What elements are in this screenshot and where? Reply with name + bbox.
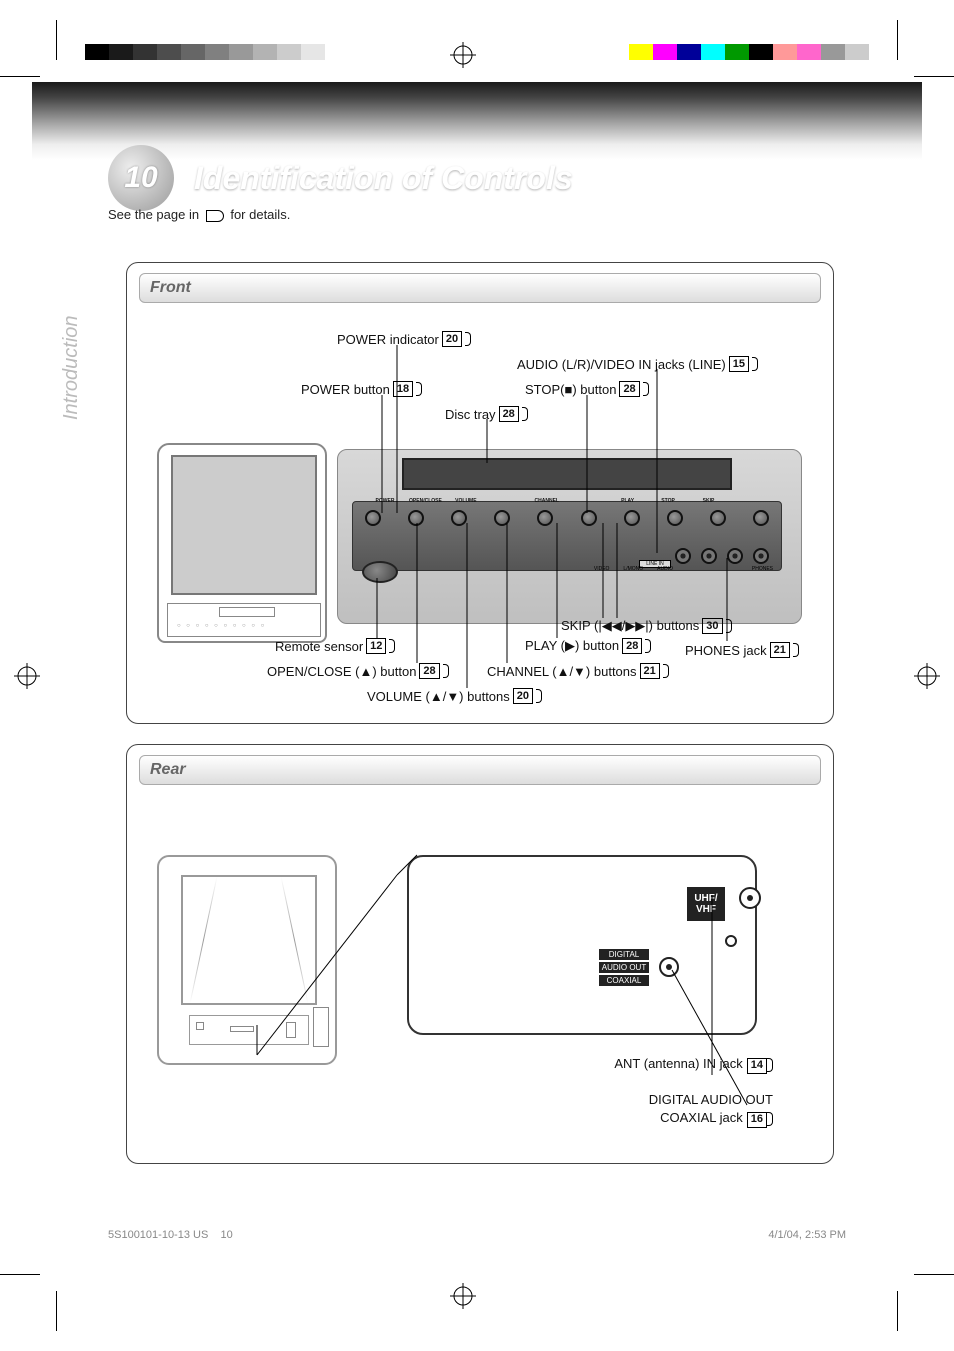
label-disc-tray: Disc tray28 bbox=[445, 406, 528, 422]
label-play: PLAY (▶) button28 bbox=[525, 638, 651, 654]
label-stop-button: STOP(■) button28 bbox=[525, 381, 649, 397]
device-front-illustration: ○ ○ ○ ○ ○ ○ ○ ○ ○ ○ POWEROPEN/CLOSE VOLU… bbox=[157, 443, 807, 643]
page-number-badge: 10 bbox=[108, 145, 174, 211]
power-cord bbox=[313, 1007, 329, 1047]
sidebar-section-label: Introduction bbox=[60, 315, 83, 420]
colorbar-cmyk bbox=[629, 44, 869, 60]
phones-jack[interactable] bbox=[753, 548, 769, 564]
label-power-indicator: POWER indicator20 bbox=[337, 331, 471, 347]
see-pages-note: See the page in for details. bbox=[108, 207, 290, 222]
see-pages-prefix: See the page in bbox=[108, 207, 199, 222]
panel-front: Front POWER indicator20 AUDIO (L/R)/VIDE… bbox=[126, 262, 834, 724]
registration-mark-top bbox=[450, 42, 476, 68]
label-skip: SKIP (|◀◀/▶▶|) buttons30 bbox=[561, 618, 732, 634]
header-gradient bbox=[32, 82, 922, 160]
phones-label: PHONES bbox=[752, 566, 773, 572]
tv-back-inner bbox=[181, 875, 317, 1005]
digital-audio-label: DIGITAL AUDIO OUT COAXIAL bbox=[599, 949, 649, 986]
registration-mark-bottom bbox=[450, 1283, 476, 1309]
registration-mark-left bbox=[14, 663, 40, 689]
antenna-jack[interactable] bbox=[739, 887, 761, 909]
label-power-button: POWER button18 bbox=[301, 381, 422, 397]
stop-button[interactable] bbox=[667, 510, 683, 526]
audio-l-jack[interactable] bbox=[701, 548, 717, 564]
label-volume: VOLUME (▲/▼) buttons20 bbox=[367, 688, 542, 704]
colorbar-grayscale bbox=[85, 44, 325, 60]
label-ant-in: ANT (antenna) IN jack14 bbox=[543, 1055, 773, 1074]
screw-hole bbox=[725, 935, 737, 947]
tv-screen bbox=[171, 455, 317, 595]
ref-glyph-icon bbox=[206, 210, 224, 222]
panel-rear-title: Rear bbox=[139, 755, 821, 785]
open-close-button[interactable] bbox=[408, 510, 424, 526]
button-label-row: POWEROPEN/CLOSE VOLUME CHANNEL PLAYSTOP … bbox=[365, 498, 769, 504]
panel-front-title: Front bbox=[139, 273, 821, 303]
tv-back-shell bbox=[157, 855, 337, 1065]
power-button[interactable] bbox=[365, 510, 381, 526]
jack-labels: VIDEOL/MONOAUDIO bbox=[594, 566, 673, 572]
remote-sensor bbox=[362, 561, 398, 583]
registration-mark-right bbox=[914, 663, 940, 689]
play-button[interactable] bbox=[624, 510, 640, 526]
page-title: Identification of Controls bbox=[194, 160, 573, 197]
jack-row bbox=[675, 548, 769, 564]
disc-tray bbox=[402, 458, 732, 490]
footer-date: 4/1/04, 2:53 PM bbox=[768, 1229, 846, 1241]
label-channel: CHANNEL (▲/▼) buttons21 bbox=[487, 663, 669, 679]
control-panel: POWEROPEN/CLOSE VOLUME CHANNEL PLAYSTOP … bbox=[352, 501, 782, 571]
label-digital-out: DIGITAL AUDIO OUT COAXIAL jack16 bbox=[543, 1091, 773, 1128]
channel-down-button[interactable] bbox=[537, 510, 553, 526]
audio-r-jack[interactable] bbox=[727, 548, 743, 564]
volume-down-button[interactable] bbox=[451, 510, 467, 526]
skip-fwd-button[interactable] bbox=[753, 510, 769, 526]
skip-back-button[interactable] bbox=[710, 510, 726, 526]
rear-panel-zoom: UHF/VHF DIGITAL AUDIO OUT COAXIAL bbox=[407, 855, 757, 1035]
panel-rear: Rear UHF/VHF DIGITAL AUDIO OUT COAXIAL bbox=[126, 744, 834, 1164]
tv-speaker bbox=[219, 607, 275, 617]
volume-up-button[interactable] bbox=[494, 510, 510, 526]
uhf-vhf-label: UHF/VHF bbox=[687, 887, 725, 921]
label-phones: PHONES jack21 bbox=[685, 642, 799, 658]
footer-filename: 5S100101-10-13 US 10 bbox=[108, 1229, 233, 1241]
label-remote-sensor: Remote sensor12 bbox=[275, 638, 395, 654]
label-audio-video-in: AUDIO (L/R)/VIDEO IN jacks (LINE)15 bbox=[517, 356, 758, 372]
tv-back-panel bbox=[189, 1015, 309, 1045]
coaxial-jack[interactable] bbox=[659, 957, 679, 977]
channel-up-button[interactable] bbox=[581, 510, 597, 526]
tv-shell: ○ ○ ○ ○ ○ ○ ○ ○ ○ ○ bbox=[157, 443, 327, 643]
video-jack[interactable] bbox=[675, 548, 691, 564]
label-open-close: OPEN/CLOSE (▲) button28 bbox=[267, 663, 449, 679]
button-row bbox=[365, 510, 769, 526]
tv-indicator-dots: ○ ○ ○ ○ ○ ○ ○ ○ ○ ○ bbox=[177, 623, 266, 629]
see-pages-suffix: for details. bbox=[230, 207, 290, 222]
